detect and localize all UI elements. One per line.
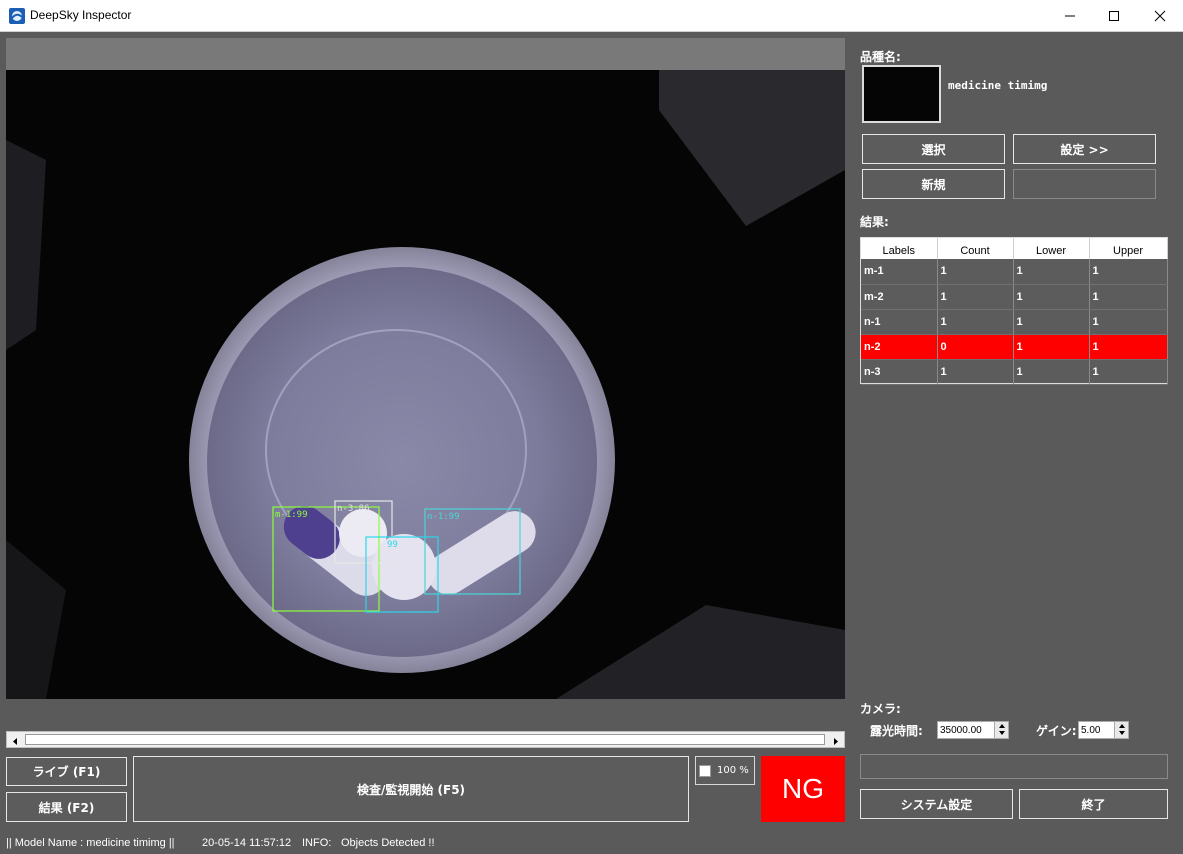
column-header-count[interactable]: Count <box>937 238 1014 259</box>
cell-upper: 1 <box>1089 259 1168 285</box>
inspection-image[interactable]: m-1:99 n-3:86 n-1:99 99 <box>6 70 845 699</box>
column-header-labels[interactable]: Labels <box>861 238 938 259</box>
table-row[interactable]: n-1 1 1 1 <box>861 309 1168 335</box>
cell-count: 1 <box>937 309 1014 335</box>
spinbox-arrows[interactable] <box>1114 722 1128 738</box>
spinbox-arrows[interactable] <box>994 722 1008 738</box>
image-horizontal-scrollbar[interactable] <box>6 731 845 748</box>
cell-label: m-1 <box>861 259 938 285</box>
cell-count: 1 <box>937 259 1014 285</box>
results-table[interactable]: Labels Count Lower Upper m-1 1 1 1 m-2 1… <box>860 237 1168 385</box>
table-row[interactable]: m-2 1 1 1 <box>861 284 1168 310</box>
table-header-row: Labels Count Lower Upper <box>861 238 1168 259</box>
product-name: medicine timimg <box>948 79 1048 92</box>
results-label: 結果: <box>860 215 889 229</box>
detection-label: m-1:99 <box>275 510 308 520</box>
status-model: || Model Name : medicine timimg || <box>6 837 175 849</box>
cell-label: n-3 <box>861 359 938 385</box>
column-header-upper[interactable]: Upper <box>1089 238 1168 259</box>
gain-spinbox[interactable]: 5.00 <box>1078 721 1129 739</box>
inspect-start-button[interactable]: 検査/監視開始 (F5) <box>133 756 689 822</box>
cell-lower: 1 <box>1013 284 1090 310</box>
cell-upper: 1 <box>1089 309 1168 335</box>
detection-label: 99 <box>387 540 398 550</box>
chevron-right-icon <box>834 738 838 745</box>
gain-value: 5.00 <box>1081 724 1101 736</box>
zoom-checkbox[interactable]: 100 % <box>695 756 755 785</box>
app-logo-icon <box>9 8 25 24</box>
new-button[interactable]: 新規 <box>862 169 1005 199</box>
empty-button <box>1013 169 1156 199</box>
zoom-label: 100 % <box>717 765 749 776</box>
chevron-left-icon <box>13 738 17 745</box>
product-label: 品種名: <box>860 50 901 64</box>
system-settings-button[interactable]: システム設定 <box>860 789 1013 819</box>
gain-label: ゲイン: <box>1036 724 1077 738</box>
title-bar: DeepSky Inspector <box>0 0 1183 32</box>
scroll-thumb[interactable] <box>25 734 825 745</box>
table-row[interactable]: n-3 1 1 1 <box>861 359 1168 385</box>
maximize-icon <box>1109 11 1119 21</box>
settings-button[interactable]: 設定 >> <box>1013 134 1156 164</box>
judgement-indicator: NG <box>761 756 845 822</box>
window-title: DeepSky Inspector <box>30 8 132 22</box>
status-timestamp: 20-05-14 11:57:12 <box>202 837 292 849</box>
cell-label: m-2 <box>861 284 938 310</box>
column-header-lower[interactable]: Lower <box>1013 238 1090 259</box>
maximize-button[interactable] <box>1091 0 1137 32</box>
cell-lower: 1 <box>1013 359 1090 385</box>
inspection-scene: m-1:99 n-3:86 n-1:99 99 <box>6 70 845 699</box>
camera-label: カメラ: <box>860 702 901 716</box>
cell-label: n-1 <box>861 309 938 335</box>
cell-lower: 1 <box>1013 309 1090 335</box>
exposure-value: 35000.00 <box>940 724 982 736</box>
cell-lower: 1 <box>1013 259 1090 285</box>
detection-label: n-3:86 <box>337 504 370 514</box>
scroll-right-button[interactable] <box>828 733 843 746</box>
close-button[interactable] <box>1137 0 1183 32</box>
exposure-label: 露光時間: <box>870 724 923 738</box>
cell-upper: 1 <box>1089 284 1168 310</box>
close-icon <box>1154 10 1166 22</box>
select-button[interactable]: 選択 <box>862 134 1005 164</box>
cell-count: 1 <box>937 359 1014 385</box>
table-row-ng[interactable]: n-2 0 1 1 <box>861 334 1168 360</box>
product-thumbnail <box>862 65 941 123</box>
checkbox-box[interactable] <box>699 764 711 777</box>
table-row[interactable]: m-1 1 1 1 <box>861 259 1168 285</box>
cell-upper: 1 <box>1089 334 1168 360</box>
minimize-icon <box>1065 15 1075 17</box>
cell-count: 1 <box>937 284 1014 310</box>
status-bar: || Model Name : medicine timimg || 20-05… <box>0 834 1183 854</box>
exposure-spinbox[interactable]: 35000.00 <box>937 721 1009 739</box>
detection-label: n-1:99 <box>427 512 460 522</box>
exit-button[interactable]: 終了 <box>1019 789 1168 819</box>
live-button[interactable]: ライブ (F1) <box>6 757 127 786</box>
cell-lower: 1 <box>1013 334 1090 360</box>
status-info-label: INFO: <box>302 837 332 849</box>
message-field <box>860 754 1168 779</box>
status-info-message: Objects Detected !! <box>341 837 435 849</box>
minimize-button[interactable] <box>1047 0 1093 32</box>
scroll-left-button[interactable] <box>8 733 23 746</box>
result-button[interactable]: 結果 (F2) <box>6 792 127 822</box>
cell-label: n-2 <box>861 334 938 360</box>
cell-upper: 1 <box>1089 359 1168 385</box>
cell-count: 0 <box>937 334 1014 360</box>
